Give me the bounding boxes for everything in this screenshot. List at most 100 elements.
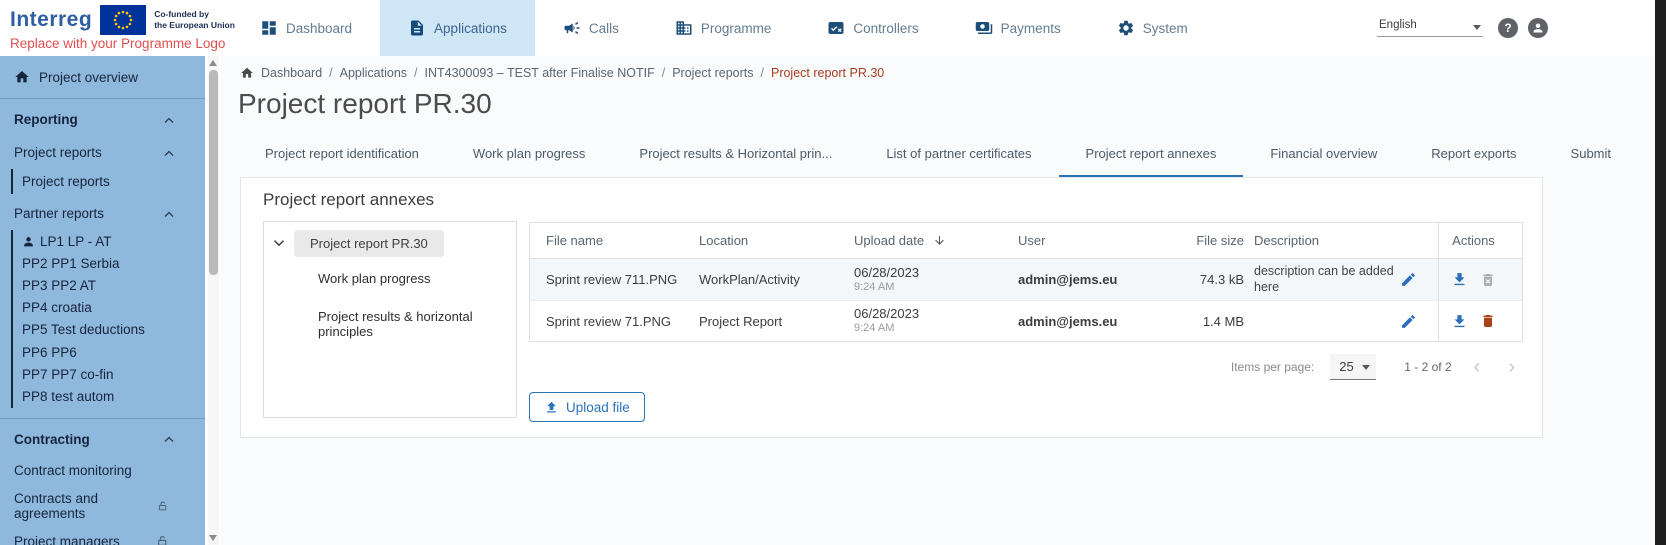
account-button[interactable] xyxy=(1528,18,1548,38)
next-page-icon[interactable]: › xyxy=(1502,356,1521,379)
table-header-row: File name Location Upload date User File… xyxy=(530,223,1522,259)
sidebar-item-contract-monitoring[interactable]: Contract monitoring xyxy=(0,457,205,485)
breadcrumb-separator: / xyxy=(761,66,764,80)
sidebar-section-contracting[interactable]: Contracting xyxy=(0,419,205,457)
tab-project-report-annexes[interactable]: Project report annexes xyxy=(1059,134,1244,177)
tab-project-report-identification[interactable]: Project report identification xyxy=(238,134,446,177)
breadcrumb-separator: / xyxy=(414,66,417,80)
sidebar-partner-list: LP1 LP - AT PP2 PP1 Serbia PP3 PP2 AT PP… xyxy=(11,230,205,408)
col-upload-date[interactable]: Upload date xyxy=(854,233,1018,248)
tree-node-project-results[interactable]: Project results & horizontal principles xyxy=(318,309,516,339)
scroll-down-arrow[interactable] xyxy=(209,535,217,541)
nav-label: System xyxy=(1143,21,1188,36)
breadcrumb-item[interactable]: Project reports xyxy=(672,66,753,80)
delete-icon[interactable] xyxy=(1480,313,1496,329)
tab-report-exports[interactable]: Report exports xyxy=(1404,134,1543,177)
sidebar-item-partner[interactable]: PP5 Test deductions xyxy=(13,319,205,341)
upload-icon xyxy=(544,400,559,415)
page-size-select[interactable]: 25 xyxy=(1330,354,1376,380)
item-label: Contract monitoring xyxy=(14,463,132,478)
sidebar-section-reporting[interactable]: Reporting xyxy=(0,99,205,137)
tab-financial-overview[interactable]: Financial overview xyxy=(1243,134,1404,177)
time-value: 9:24 AM xyxy=(854,322,1018,335)
sidebar-item-partner[interactable]: PP6 PP6 xyxy=(13,341,205,363)
nav-dashboard[interactable]: Dashboard xyxy=(232,0,380,56)
nav-programme[interactable]: Programme xyxy=(647,0,800,56)
nav-calls[interactable]: Calls xyxy=(535,0,647,56)
sidebar-item-partner[interactable]: LP1 LP - AT xyxy=(13,230,205,252)
eu-flag-caption: Co-funded by the European Union xyxy=(154,9,235,30)
col-user: User xyxy=(1018,233,1168,248)
applications-icon xyxy=(408,19,426,37)
sidebar-item-project-managers[interactable]: Project managers xyxy=(0,528,205,545)
sidebar-item-partner[interactable]: PP3 PP2 AT xyxy=(13,274,205,296)
tree-node-work-plan[interactable]: Work plan progress xyxy=(318,271,430,286)
partner-label: LP1 LP - AT xyxy=(40,234,112,249)
tree-node-root[interactable]: Project report PR.30 xyxy=(294,230,444,257)
tab-partner-certificates[interactable]: List of partner certificates xyxy=(859,134,1058,177)
breadcrumb-item[interactable]: INT4300093 – TEST after Finalise NOTIF xyxy=(425,66,655,80)
tab-submit[interactable]: Submit xyxy=(1544,134,1638,177)
cell-location: Project Report xyxy=(699,314,854,329)
nav-applications[interactable]: Applications xyxy=(380,0,535,56)
tab-work-plan-progress[interactable]: Work plan progress xyxy=(446,134,612,177)
sidebar-group-partner-reports[interactable]: Partner reports xyxy=(0,198,205,228)
prev-page-icon[interactable]: ‹ xyxy=(1468,356,1487,379)
edit-icon[interactable] xyxy=(1400,313,1417,330)
cell-description: description can be added here xyxy=(1244,264,1438,295)
programme-icon xyxy=(675,19,693,37)
date-value: 06/28/2023 xyxy=(854,266,1018,281)
nav-controllers[interactable]: Controllers xyxy=(799,0,946,56)
download-icon[interactable] xyxy=(1451,313,1468,330)
sidebar-item-partner[interactable]: PP4 croatia xyxy=(13,297,205,319)
sidebar-scrollbar xyxy=(205,56,220,545)
sidebar-item-project-overview[interactable]: Project overview xyxy=(0,56,205,98)
eu-flag-icon xyxy=(100,5,146,35)
upload-label: Upload file xyxy=(566,400,630,415)
page-size-value: 25 xyxy=(1339,359,1353,374)
home-icon xyxy=(240,66,254,80)
chevron-up-icon xyxy=(163,149,175,157)
item-label: Project managers xyxy=(14,534,120,545)
language-value: English xyxy=(1379,19,1417,31)
sidebar-item-partner[interactable]: PP8 test autom xyxy=(13,385,205,407)
cell-upload-date: 06/28/2023 9:24 AM xyxy=(854,307,1018,335)
nav-label: Dashboard xyxy=(286,21,352,36)
lock-open-icon xyxy=(156,535,169,545)
edit-icon[interactable] xyxy=(1400,271,1417,288)
chevron-down-icon[interactable] xyxy=(272,239,286,248)
time-value: 9:24 AM xyxy=(854,281,1018,294)
chevron-down-icon xyxy=(1362,365,1370,370)
sidebar: Project overview Reporting Project repor… xyxy=(0,56,205,545)
lead-partner-icon xyxy=(22,235,35,248)
scrollbar-thumb[interactable] xyxy=(209,70,218,275)
help-button[interactable]: ? xyxy=(1498,18,1518,38)
cell-description xyxy=(1244,313,1438,330)
download-icon[interactable] xyxy=(1451,271,1468,288)
scroll-up-arrow[interactable] xyxy=(209,60,217,66)
language-select[interactable]: English xyxy=(1377,16,1483,37)
nav-payments[interactable]: Payments xyxy=(947,0,1089,56)
sidebar-item-project-reports[interactable]: Project reports xyxy=(13,169,205,194)
breadcrumb-current: Project report PR.30 xyxy=(771,66,884,80)
controllers-icon xyxy=(827,19,845,37)
breadcrumb-item[interactable]: Applications xyxy=(340,66,407,80)
sidebar-item-partner[interactable]: PP7 PP7 co-fin xyxy=(13,363,205,385)
sidebar-item-contracts-agreements[interactable]: Contracts and agreements xyxy=(0,485,205,528)
tab-project-results[interactable]: Project results & Horizontal prin... xyxy=(612,134,859,177)
sidebar-group-project-reports[interactable]: Project reports xyxy=(0,137,205,167)
system-icon xyxy=(1117,19,1135,37)
col-file-name: File name xyxy=(530,233,699,248)
breadcrumb-separator: / xyxy=(662,66,665,80)
sidebar-item-partner[interactable]: PP2 PP1 Serbia xyxy=(13,252,205,274)
breadcrumb-separator: / xyxy=(329,66,332,80)
partner-label: PP3 PP2 AT xyxy=(22,278,96,293)
col-label: Upload date xyxy=(854,233,924,248)
upload-file-button[interactable]: Upload file xyxy=(529,392,645,422)
partner-label: PP8 test autom xyxy=(22,389,114,404)
nav-system[interactable]: System xyxy=(1089,0,1216,56)
person-icon xyxy=(1532,22,1544,34)
partner-label: PP4 croatia xyxy=(22,300,92,315)
files-table: File name Location Upload date User File… xyxy=(529,222,1523,342)
breadcrumb-item[interactable]: Dashboard xyxy=(261,66,322,80)
